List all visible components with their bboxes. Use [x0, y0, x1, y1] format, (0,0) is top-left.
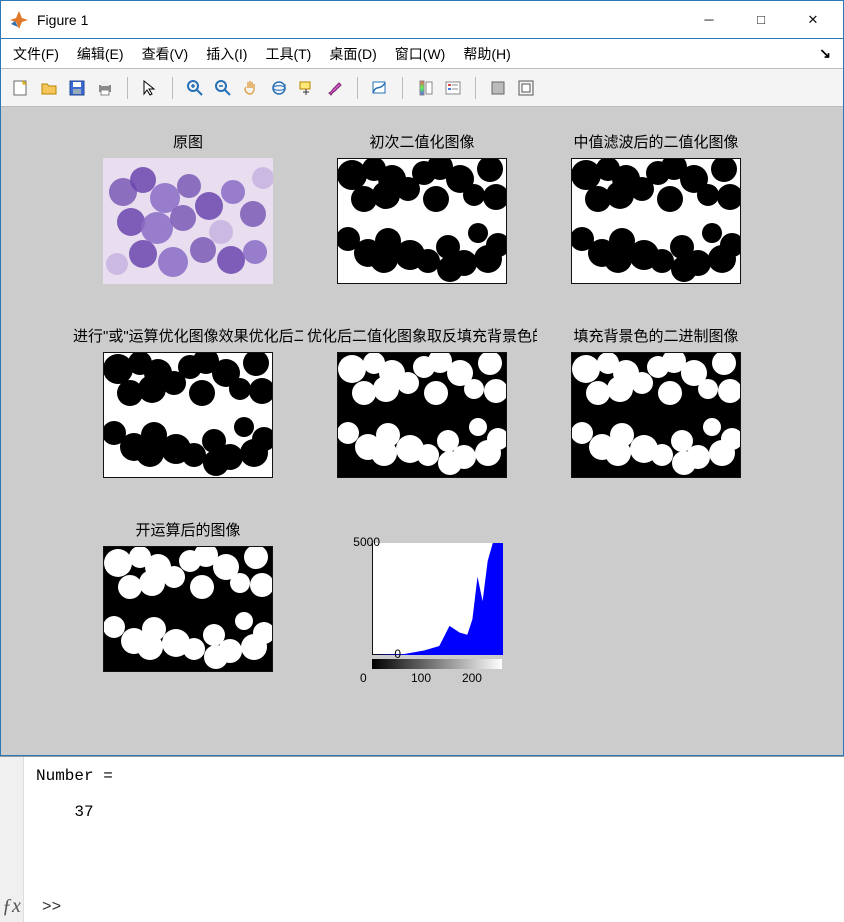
hide-tools-icon[interactable]	[486, 76, 510, 100]
subplot-title: 开运算后的图像	[135, 519, 240, 540]
rotate-3d-icon[interactable]	[267, 76, 291, 100]
save-icon[interactable]	[65, 76, 89, 100]
window-title: Figure 1	[37, 12, 88, 28]
menu-more[interactable]: ↘	[819, 45, 831, 62]
menu-file[interactable]: 文件(F)	[13, 44, 59, 64]
colorbar-icon[interactable]	[413, 76, 437, 100]
subplot-image	[337, 352, 507, 478]
command-window[interactable]: Number = 37 ƒx >>	[0, 756, 844, 922]
subplot-image	[103, 352, 273, 478]
menu-window[interactable]: 窗口(W)	[395, 44, 446, 64]
menu-help[interactable]: 帮助(H)	[463, 44, 510, 64]
legend-icon[interactable]	[441, 76, 465, 100]
toolbar	[1, 69, 843, 107]
titlebar: Figure 1 ─ □ ✕	[1, 1, 843, 39]
zoom-in-icon[interactable]	[183, 76, 207, 100]
cmd-value: 37	[74, 803, 93, 821]
data-cursor-icon[interactable]	[295, 76, 319, 100]
subplot: 原图	[73, 131, 303, 321]
subplot-title: 优化后二值化图象取反填充背景色的二进制图像	[307, 325, 537, 346]
subplot-image	[571, 158, 741, 284]
link-plot-icon[interactable]	[368, 76, 392, 100]
fx-icon[interactable]: ƒx	[2, 895, 21, 918]
pan-icon[interactable]	[239, 76, 263, 100]
cmd-var: Number =	[36, 767, 113, 785]
subplot: 优化后二值化图象取反填充背景色的二进制图像	[307, 325, 537, 515]
subplot: 开运算后的图像	[73, 519, 303, 719]
print-icon[interactable]	[93, 76, 117, 100]
cmd-prompt[interactable]: >>	[42, 898, 61, 916]
subplot-image	[103, 546, 273, 672]
subplot-image	[337, 158, 507, 284]
subplot-image	[571, 352, 741, 478]
zoom-out-icon[interactable]	[211, 76, 235, 100]
subplot: 初次二值化图像	[307, 131, 537, 321]
subplot-title: 中值滤波后的二值化图像	[573, 131, 738, 152]
subplot-title: 填充背景色的二进制图像	[573, 325, 738, 346]
brush-icon[interactable]	[323, 76, 347, 100]
menu-desktop[interactable]: 桌面(D)	[329, 44, 376, 64]
subplot: 填充背景色的二进制图像	[541, 325, 771, 515]
pointer-icon[interactable]	[138, 76, 162, 100]
minimize-button[interactable]: ─	[683, 2, 735, 38]
figure-window: Figure 1 ─ □ ✕ 文件(F) 编辑(E) 查看(V) 插入(I) 工…	[0, 0, 844, 756]
open-icon[interactable]	[37, 76, 61, 100]
subplot-title: 进行"或"运算优化图像效果优化后二值化图象取反	[73, 325, 303, 346]
subplot-title: 原图	[173, 131, 203, 152]
subplot-image	[103, 158, 273, 284]
menubar: 文件(F) 编辑(E) 查看(V) 插入(I) 工具(T) 桌面(D) 窗口(W…	[1, 39, 843, 69]
new-figure-icon[interactable]	[9, 76, 33, 100]
dock-icon[interactable]	[514, 76, 538, 100]
matlab-icon	[9, 10, 29, 30]
close-button[interactable]: ✕	[787, 2, 839, 38]
menu-tools[interactable]: 工具(T)	[265, 44, 311, 64]
figure-canvas[interactable]: 原图 初次二值化图像 中值滤波后的二值化图像进行"或"运算优化图像效果优化后二值化图…	[1, 107, 843, 755]
subplot-title: 初次二值化图像	[369, 131, 474, 152]
subplot: 中值滤波后的二值化图像	[541, 131, 771, 321]
maximize-button[interactable]: □	[735, 2, 787, 38]
subplot-histogram: 050000100200	[332, 543, 512, 683]
menu-insert[interactable]: 插入(I)	[206, 44, 247, 64]
subplot-hist: 050000100200	[307, 519, 537, 719]
subplot: 进行"或"运算优化图像效果优化后二值化图象取反	[73, 325, 303, 515]
menu-view[interactable]: 查看(V)	[142, 44, 189, 64]
menu-edit[interactable]: 编辑(E)	[77, 44, 124, 64]
